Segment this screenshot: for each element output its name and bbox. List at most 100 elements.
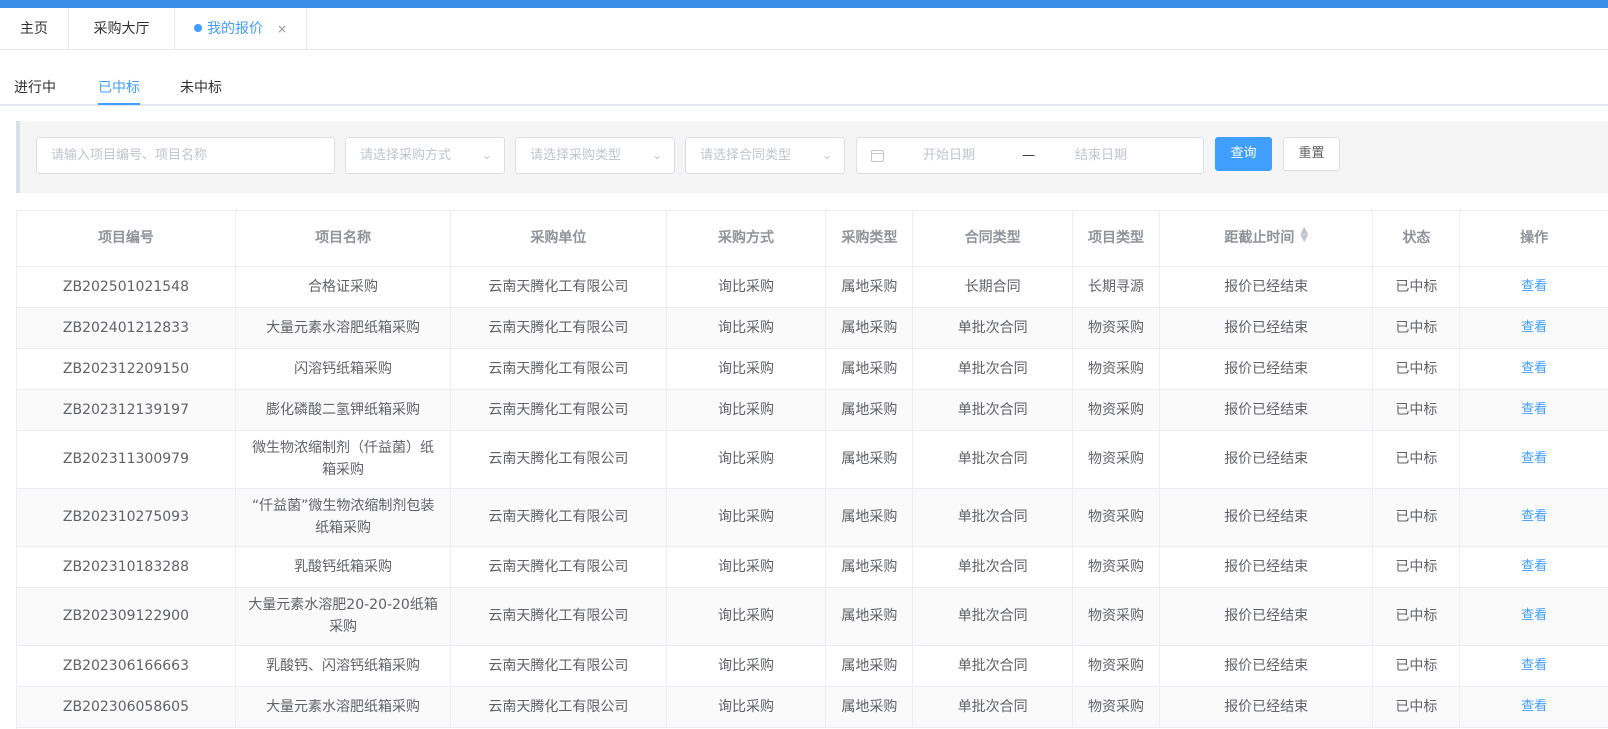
header-purchasing-unit: 采购单位	[450, 211, 667, 267]
cell-deadline: 报价已经结束	[1159, 348, 1374, 390]
tab-my-quotes-label: 我的报价	[206, 21, 263, 37]
view-link[interactable]: 查看	[1459, 307, 1608, 349]
cell-item-type: 物资采购	[1072, 645, 1161, 687]
cell-item-type: 长期寻源	[1072, 266, 1161, 308]
cell-contract-type: 单批次合同	[912, 645, 1074, 687]
cell-status: 已中标	[1372, 389, 1461, 431]
cell-project-name: 大量元素水溶肥纸箱采购	[235, 307, 452, 349]
cell-purchase-type: 属地采购	[825, 546, 914, 588]
cell-status: 已中标	[1372, 307, 1461, 349]
keyword-placeholder: 请输入项目编号、项目名称	[51, 148, 208, 163]
tab-purchase-hall[interactable]: 采购大厅	[69, 8, 175, 50]
cell-project-name: “仟益菌”微生物浓缩制剂包装纸箱采购	[235, 488, 452, 547]
cell-purchasing-unit: 云南天腾化工有限公司	[450, 348, 667, 390]
tab-not-won[interactable]: 未中标	[180, 50, 222, 106]
header-project-code: 项目编号	[17, 211, 236, 267]
cell-purchase-type: 属地采购	[825, 307, 914, 349]
header-project-name: 项目名称	[235, 211, 452, 267]
date-range-picker[interactable]: 开始日期 — 结束日期	[856, 137, 1204, 174]
cell-item-type: 物资采购	[1072, 389, 1161, 431]
cell-item-type: 物资采购	[1072, 307, 1161, 349]
cell-deadline: 报价已经结束	[1159, 389, 1374, 431]
cell-purchasing-unit: 云南天腾化工有限公司	[450, 546, 667, 588]
view-link[interactable]: 查看	[1459, 546, 1608, 588]
purchase-method-select[interactable]: 请选择采购方式 ⌄	[345, 137, 505, 174]
cell-project-name: 闪溶钙纸箱采购	[235, 348, 452, 390]
header-deadline-label: 距截止时间	[1224, 230, 1295, 247]
table-row: ZB202501021548 合格证采购 云南天腾化工有限公司 询比采购 属地采购 长期合…	[17, 266, 1608, 308]
cell-project-code: ZB202312209150	[17, 348, 236, 390]
view-link[interactable]: 查看	[1459, 389, 1608, 431]
view-link[interactable]: 查看	[1459, 348, 1608, 390]
header-deadline[interactable]: 距截止时间 ▲ ▼	[1159, 211, 1374, 267]
cell-item-type: 物资采购	[1072, 348, 1161, 390]
cell-contract-type: 单批次合同	[912, 389, 1074, 431]
cell-deadline: 报价已经结束	[1159, 546, 1374, 588]
cell-project-code: ZB202310183288	[17, 546, 236, 588]
cell-item-type: 物资采购	[1072, 430, 1161, 489]
chevron-down-icon: ⌄	[481, 148, 492, 162]
view-link[interactable]: 查看	[1459, 587, 1608, 646]
cell-purchase-type: 属地采购	[825, 488, 914, 547]
cell-purchasing-unit: 云南天腾化工有限公司	[450, 430, 667, 489]
tab-my-quotes[interactable]: 我的报价 ×	[175, 8, 307, 50]
cell-purchasing-unit: 云南天腾化工有限公司	[450, 686, 667, 728]
start-date-input[interactable]: 开始日期	[923, 138, 975, 173]
tab-home[interactable]: 主页	[0, 8, 69, 50]
cell-item-type: 物资采购	[1072, 546, 1161, 588]
cell-deadline: 报价已经结束	[1159, 266, 1374, 308]
cell-project-code: ZB202401212833	[17, 307, 236, 349]
cell-status: 已中标	[1372, 686, 1461, 728]
cell-deadline: 报价已经结束	[1159, 307, 1374, 349]
cell-purchasing-unit: 云南天腾化工有限公司	[450, 389, 667, 431]
table-body: ZB202501021548 合格证采购 云南天腾化工有限公司 询比采购 属地采购 长期合…	[17, 266, 1608, 728]
top-accent-bar	[0, 0, 1608, 8]
view-link[interactable]: 查看	[1459, 266, 1608, 308]
cell-project-name: 乳酸钙纸箱采购	[235, 546, 452, 588]
cell-project-code: ZB202310275093	[17, 488, 236, 547]
cell-purchase-type: 属地采购	[825, 348, 914, 390]
cell-deadline: 报价已经结束	[1159, 587, 1374, 646]
tab-won[interactable]: 已中标	[98, 50, 140, 106]
purchase-type-select[interactable]: 请选择采购类型 ⌄	[515, 137, 675, 174]
cell-purchase-type: 属地采购	[825, 389, 914, 431]
tab-home-label: 主页	[20, 21, 48, 37]
query-button[interactable]: 查询	[1215, 137, 1272, 171]
sort-icon[interactable]: ▲ ▼	[1300, 226, 1308, 244]
table-row: ZB202401212833 大量元素水溶肥纸箱采购 云南天腾化工有限公司 询比采购属…	[17, 307, 1608, 349]
close-icon[interactable]: ×	[277, 8, 287, 50]
table-row: ZB202306058605 大量元素水溶肥纸箱采购 云南天腾化工有限公司 询比采购属…	[17, 686, 1608, 728]
keyword-search-input[interactable]: 请输入项目编号、项目名称	[36, 137, 335, 174]
end-date-input[interactable]: 结束日期	[1075, 138, 1127, 173]
cell-status: 已中标	[1372, 645, 1461, 687]
cell-purchase-method: 询比采购	[666, 266, 827, 308]
view-link[interactable]: 查看	[1459, 686, 1608, 728]
cell-contract-type: 单批次合同	[912, 546, 1074, 588]
purchase-method-placeholder: 请选择采购方式	[360, 148, 452, 163]
search-filter-panel: 请输入项目编号、项目名称 请选择采购方式 ⌄ 请选择采购类型 ⌄ 请选择合同类型…	[16, 121, 1608, 193]
view-link[interactable]: 查看	[1459, 430, 1608, 489]
cell-project-code: ZB202311300979	[17, 430, 236, 489]
cell-purchase-method: 询比采购	[666, 430, 827, 489]
table-row: ZB202310275093 “仟益菌”微生物浓缩制剂包装纸箱采购 云南天腾化工有限…	[17, 488, 1608, 547]
table-row: ZB202311300979 微生物浓缩制剂（仟益菌）纸箱采购 云南天腾化工有限公司…	[17, 430, 1608, 489]
calendar-icon	[871, 150, 884, 162]
cell-purchase-type: 属地采购	[825, 686, 914, 728]
cell-contract-type: 长期合同	[912, 266, 1074, 308]
reset-button[interactable]: 重置	[1283, 137, 1340, 171]
cell-purchase-type: 属地采购	[825, 587, 914, 646]
view-link[interactable]: 查看	[1459, 488, 1608, 547]
cell-project-code: ZB202306058605	[17, 686, 236, 728]
cell-purchasing-unit: 云南天腾化工有限公司	[450, 587, 667, 646]
tab-in-progress[interactable]: 进行中	[14, 50, 56, 106]
cell-purchasing-unit: 云南天腾化工有限公司	[450, 266, 667, 308]
contract-type-select[interactable]: 请选择合同类型 ⌄	[685, 137, 845, 174]
view-link[interactable]: 查看	[1459, 645, 1608, 687]
cell-contract-type: 单批次合同	[912, 430, 1074, 489]
active-dot-icon	[193, 24, 202, 32]
cell-purchase-method: 询比采购	[666, 488, 827, 547]
cell-deadline: 报价已经结束	[1159, 686, 1374, 728]
table-row: ZB202310183288 乳酸钙纸箱采购 云南天腾化工有限公司 询比采购 属地采购单…	[17, 546, 1608, 588]
cell-purchasing-unit: 云南天腾化工有限公司	[450, 307, 667, 349]
header-item-type: 项目类型	[1072, 211, 1161, 267]
